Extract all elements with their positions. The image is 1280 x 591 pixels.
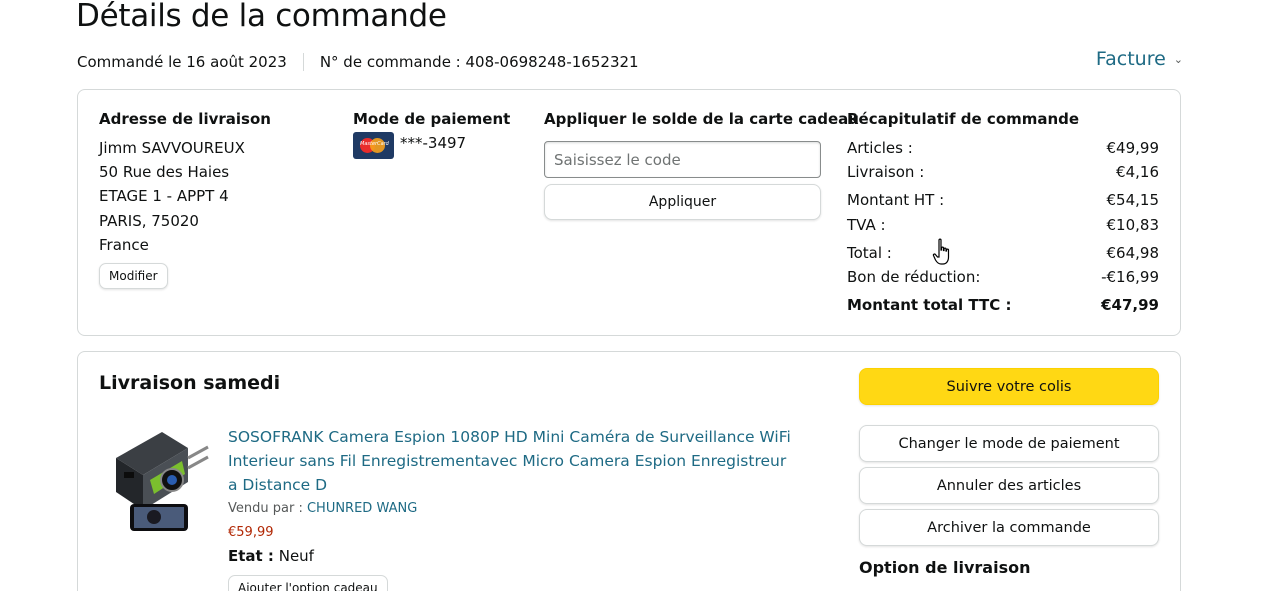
summary-row-total: Total : €64,98 xyxy=(847,241,1159,265)
delivery-option-title: Option de livraison xyxy=(859,558,1031,577)
summary-label: Montant HT : xyxy=(847,191,945,210)
card-brand-text: MasterCard xyxy=(360,141,389,147)
mastercard-icon: MasterCard xyxy=(353,132,394,159)
summary-row-vat: TVA : €10,83 xyxy=(847,213,1159,237)
address-line: ETAGE 1 - APPT 4 xyxy=(99,187,229,206)
summary-value: €64,98 xyxy=(1106,243,1160,262)
sold-by-label: Vendu par : xyxy=(228,501,303,516)
invoice-dropdown[interactable]: Facture ⌄ xyxy=(1096,48,1183,70)
order-summary-box: Adresse de livraison Jimm SAVVOUREUX 50 … xyxy=(77,89,1181,336)
address-line: PARIS, 75020 xyxy=(99,211,199,230)
change-payment-button[interactable]: Changer le mode de paiement xyxy=(859,425,1159,462)
shipping-address: Jimm SAVVOUREUX 50 Rue des Haies ETAGE 1… xyxy=(99,136,245,257)
meta-divider xyxy=(302,53,304,71)
invoice-label: Facture xyxy=(1095,48,1166,70)
product-price: €59,99 xyxy=(228,525,274,540)
summary-row-discount: Bon de réduction: -€16,99 xyxy=(847,265,1159,289)
summary-label: Total : xyxy=(847,243,892,262)
shipment-box: Livraison samedi SOSOFRANK Camera Espion… xyxy=(77,351,1181,591)
summary-value: €4,16 xyxy=(1116,163,1159,182)
summary-row-articles: Articles : €49,99 xyxy=(847,136,1159,160)
track-package-button[interactable]: Suivre votre colis xyxy=(859,368,1159,405)
summary-value: €49,99 xyxy=(1106,139,1160,157)
gift-card-title: Appliquer le solde de la carte cadeau xyxy=(544,110,859,128)
summary-value: €54,15 xyxy=(1106,191,1160,210)
product-image[interactable] xyxy=(110,428,215,535)
address-line: Jimm SAVVOUREUX xyxy=(99,139,245,157)
order-meta: Commandé le 16 août 2023 N° de commande … xyxy=(77,53,639,71)
order-number: N° de commande : 408-0698248-1652321 xyxy=(319,53,639,71)
shipment-title: Livraison samedi xyxy=(99,372,281,394)
payment-method-title: Mode de paiement xyxy=(353,110,511,128)
address-line: France xyxy=(99,235,149,254)
summary-row-pretax: Montant HT : €54,15 xyxy=(847,188,1159,212)
order-date: Commandé le 16 août 2023 xyxy=(77,53,287,71)
shipping-address-title: Adresse de livraison xyxy=(99,110,271,128)
archive-order-button[interactable]: Archiver la commande xyxy=(859,509,1159,546)
add-gift-option-button[interactable]: Ajouter l'option cadeau xyxy=(228,575,388,591)
summary-value: €47,99 xyxy=(1101,296,1159,315)
summary-value: -€16,99 xyxy=(1101,267,1159,286)
address-line: 50 Rue des Haies xyxy=(99,163,230,182)
order-summary-title: Récapitulatif de commande xyxy=(847,110,1080,128)
order-summary-list: Articles : €49,99 Livraison : €4,16 Mont… xyxy=(847,136,1159,317)
card-number: ***-3497 xyxy=(400,134,467,152)
chevron-down-icon: ⌄ xyxy=(1173,52,1183,66)
sold-by: Vendu par : CHUNRED WANG xyxy=(228,501,417,516)
page-title: Détails de la commande xyxy=(76,0,447,34)
modify-address-button[interactable]: Modifier xyxy=(99,263,168,289)
summary-row-shipping: Livraison : €4,16 xyxy=(847,160,1159,184)
apply-button[interactable]: Appliquer xyxy=(544,184,821,220)
summary-label: TVA : xyxy=(847,215,886,234)
seller-link[interactable]: CHUNRED WANG xyxy=(307,501,417,516)
product-condition: Etat : Neuf xyxy=(228,547,314,565)
summary-label: Montant total TTC : xyxy=(847,296,1012,315)
cancel-items-button[interactable]: Annuler des articles xyxy=(859,467,1159,504)
summary-row-grand-total: Montant total TTC : €47,99 xyxy=(847,293,1159,317)
hand-cursor-icon xyxy=(932,238,950,265)
summary-label: Articles : xyxy=(847,139,913,157)
product-title-link[interactable]: SOSOFRANK Camera Espion 1080P HD Mini Ca… xyxy=(228,425,798,497)
condition-label: Etat : xyxy=(228,547,274,565)
summary-label: Livraison : xyxy=(847,163,925,182)
gift-code-input[interactable] xyxy=(544,141,821,178)
summary-label: Bon de réduction: xyxy=(847,267,981,286)
condition-value: Neuf xyxy=(278,547,314,565)
summary-value: €10,83 xyxy=(1106,215,1160,234)
